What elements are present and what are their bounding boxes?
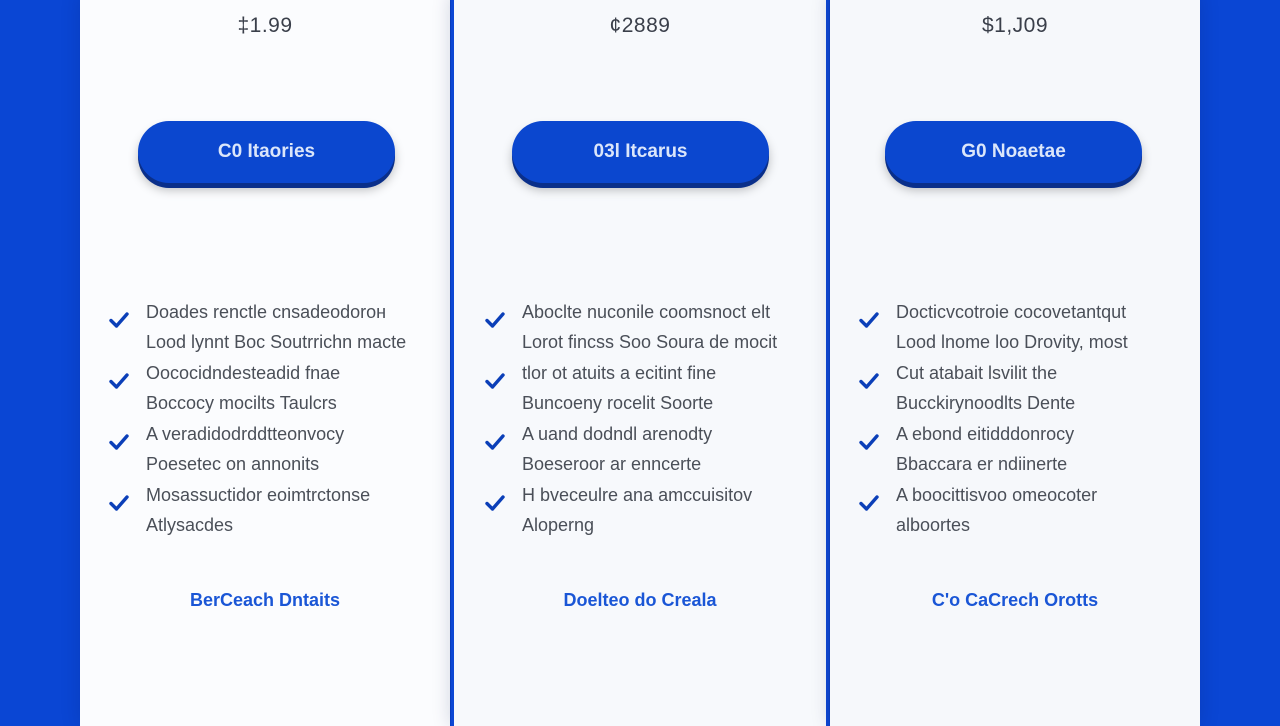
check-icon xyxy=(482,307,508,333)
feature-text: Aboclte nuconile coomsnoct elt xyxy=(522,302,771,322)
feature-text: A uand dodndl arenodty xyxy=(522,424,713,444)
plan-details-link[interactable]: C'o CaCrech Orotts xyxy=(830,590,1200,611)
check-icon xyxy=(856,429,882,455)
feature-item: A ebond eitidddonrocy Bbaccara er ndiine… xyxy=(856,419,1186,480)
feature-text: tlor ot atuits a ecitint fine xyxy=(522,363,717,383)
feature-text: Buncoeny rocelit Soorte xyxy=(522,393,714,413)
plan-price: ‡1.99 xyxy=(237,14,293,37)
plan-price: ¢2889 xyxy=(609,14,671,37)
feature-item: A veradidodrddtteonvocy Poesetec on anno… xyxy=(106,419,436,480)
feature-text: Atlysacdes xyxy=(146,515,234,535)
feature-text: Oococidndesteadid fnae xyxy=(146,363,341,383)
plan-details-link[interactable]: Doelteo do Creala xyxy=(454,590,826,611)
check-icon xyxy=(106,429,132,455)
check-icon xyxy=(106,490,132,516)
plan-card-1: ‡1.99 C0 Itaories Doades renctle cnsadeo… xyxy=(80,0,450,726)
feature-list: Docticvcotroie cocovetantqut Lood lnome … xyxy=(856,297,1186,541)
check-icon xyxy=(482,429,508,455)
plan-cta-button[interactable]: G0 Noaetae xyxy=(885,121,1142,183)
pricing-page: ‡1.99 C0 Itaories Doades renctle cnsadeo… xyxy=(0,0,1280,726)
feature-item: Oococidndesteadid fnae Boccocy mocilts T… xyxy=(106,358,436,419)
feature-item: Mosassuctidor eoimtrctonse Atlysacdes xyxy=(106,480,436,541)
plan-cta-button[interactable]: C0 Itaories xyxy=(138,121,395,183)
feature-item: tlor ot atuits a ecitint fine Buncoeny r… xyxy=(482,358,812,419)
feature-text: Docticvcotroie cocovetantqut xyxy=(896,302,1127,322)
feature-text: A boocittisvoo omeocoter xyxy=(896,485,1098,505)
feature-text: Lorot fincss Soo Soura de mocit xyxy=(522,332,778,352)
feature-text: Doades renctle cnsadeodorон xyxy=(146,302,387,322)
feature-text: Lood lnome loo Drovity, most xyxy=(896,332,1128,352)
feature-item: Docticvcotroie cocovetantqut Lood lnome … xyxy=(856,297,1186,358)
check-icon xyxy=(482,368,508,394)
check-icon xyxy=(106,368,132,394)
feature-text: Lood lynnt Boc Soutrrichn macte xyxy=(146,332,407,352)
plan-cta-button[interactable]: 03l Itcarus xyxy=(512,121,769,183)
feature-item: H bveceulre ana amccuisitov Aloperng xyxy=(482,480,812,541)
feature-item: Aboclte nuconile coomsnoct elt Lorot fin… xyxy=(482,297,812,358)
check-icon xyxy=(856,490,882,516)
feature-text: Bbaccara er ndiinerte xyxy=(896,454,1068,474)
feature-list: Aboclte nuconile coomsnoct elt Lorot fin… xyxy=(482,297,812,541)
feature-list: Doades renctle cnsadeodorон Lood lynnt B… xyxy=(106,297,436,541)
feature-text: alboortes xyxy=(896,515,971,535)
feature-item: Cut atabait lsvilit the Bucckirynoodlts … xyxy=(856,358,1186,419)
check-icon xyxy=(856,307,882,333)
feature-text: A ebond eitidddonrocy xyxy=(896,424,1075,444)
feature-text: Boeseroor ar enncerte xyxy=(522,454,702,474)
feature-item: A boocittisvoo omeocoter alboortes xyxy=(856,480,1186,541)
check-icon xyxy=(856,368,882,394)
feature-text: Cut atabait lsvilit the xyxy=(896,363,1058,383)
feature-text: Poesetec on annonits xyxy=(146,454,320,474)
feature-text: H bveceulre ana amccuisitov xyxy=(522,485,753,505)
feature-item: A uand dodndl arenodty Boeseroor ar ennc… xyxy=(482,419,812,480)
plan-price: $1,J09 xyxy=(981,14,1049,37)
check-icon xyxy=(482,490,508,516)
feature-text: Mosassuctidor eoimtrctonse xyxy=(146,485,371,505)
plan-card-2: ¢2889 03l Itcarus Aboclte nuconile cooms… xyxy=(451,0,829,726)
plan-card-3: $1,J09 G0 Noaetae Docticvcotroie cocovet… xyxy=(830,0,1200,726)
plan-details-link[interactable]: BerCeach Dntaits xyxy=(80,590,450,611)
feature-text: A veradidodrddtteonvocy xyxy=(146,424,345,444)
feature-text: Aloperng xyxy=(522,515,595,535)
feature-item: Doades renctle cnsadeodorон Lood lynnt B… xyxy=(106,297,436,358)
feature-text: Bucckirynoodlts Dente xyxy=(896,393,1076,413)
feature-text: Boccocy mocilts Taulcrs xyxy=(146,393,337,413)
check-icon xyxy=(106,307,132,333)
